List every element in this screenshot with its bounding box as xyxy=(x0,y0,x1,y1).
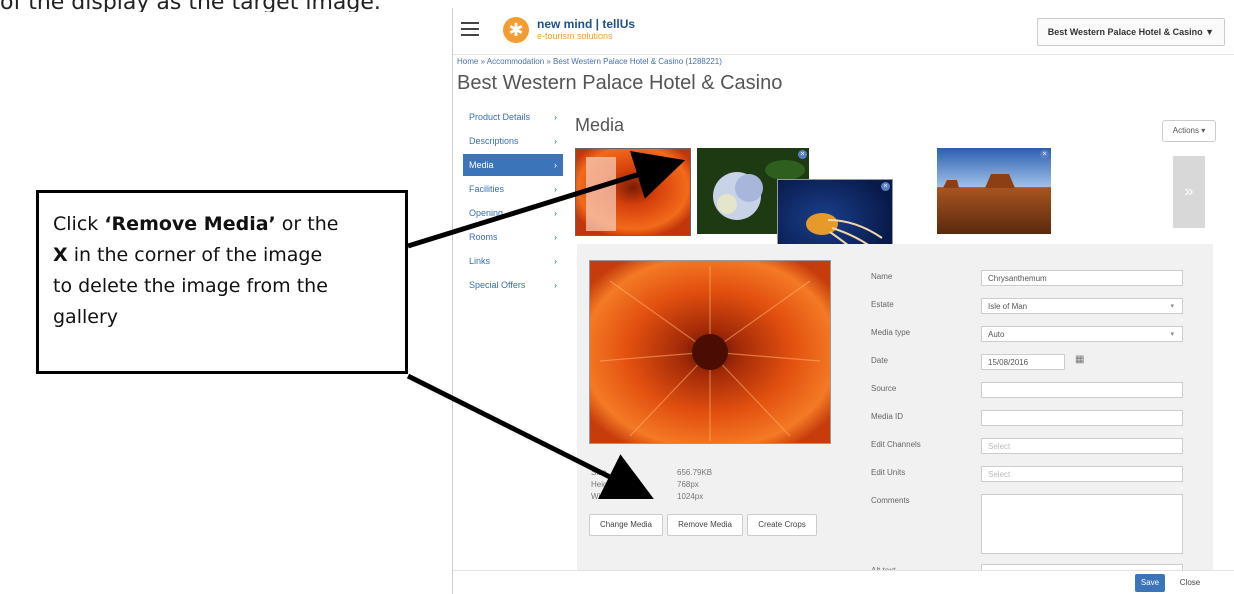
arrow-to-remove-media xyxy=(406,373,654,499)
arrow-to-thumbnail-x xyxy=(407,151,686,249)
annotation-arrows xyxy=(406,151,686,499)
